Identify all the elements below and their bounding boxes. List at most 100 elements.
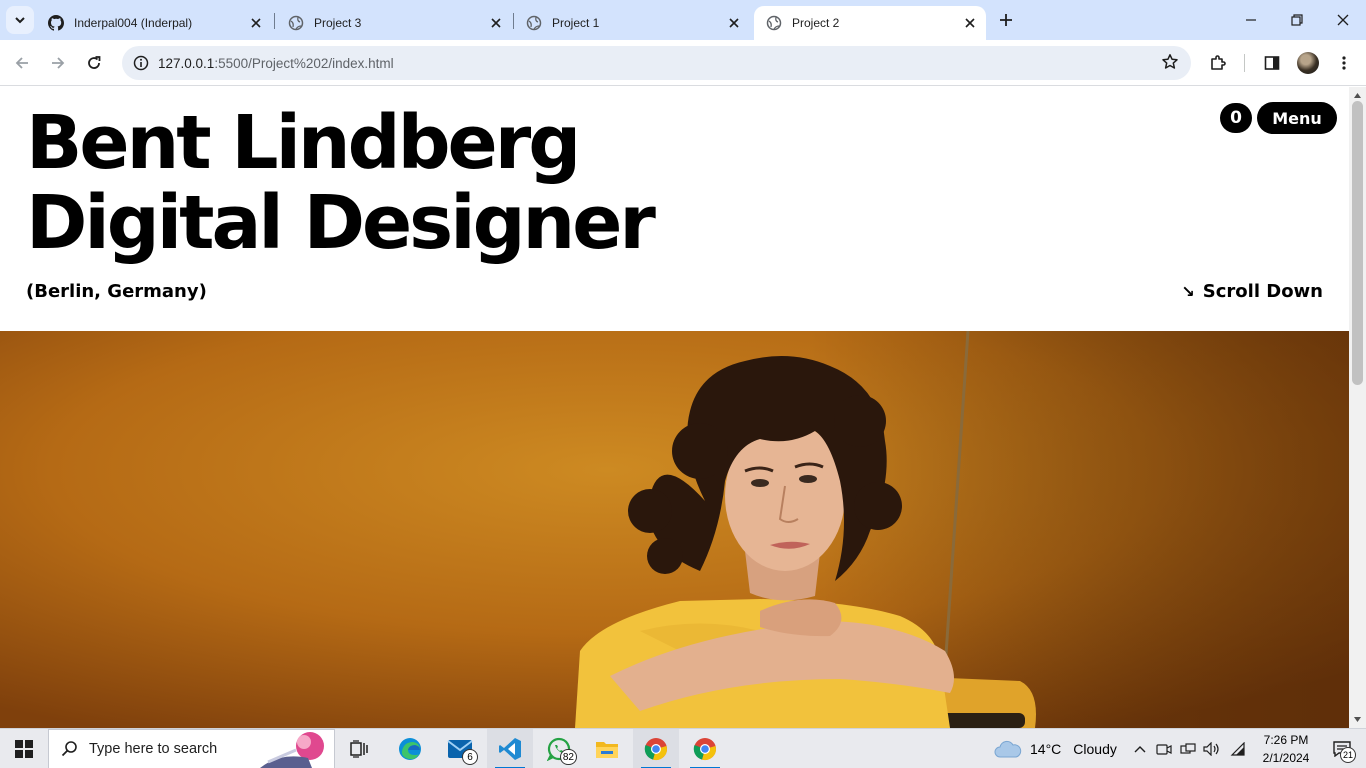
tab-project-2[interactable]: Project 2 [754,6,986,40]
profile-avatar[interactable] [1297,52,1319,74]
url-path: :5500/Project%202/index.html [214,55,394,71]
tab-project-1[interactable]: Project 1 [514,6,750,40]
globe-icon [526,15,542,31]
extensions-button[interactable] [1204,49,1232,77]
clock-time: 7:26 PM [1263,733,1309,747]
reload-icon [88,56,101,69]
close-icon[interactable] [960,13,980,33]
scroll-down-arrow-icon[interactable] [1353,715,1362,724]
puzzle-icon [1211,55,1226,70]
restore-button[interactable] [1274,0,1320,40]
scroll-down-label: Scroll Down [1202,281,1323,302]
notification-center-button[interactable]: 21 [1322,729,1362,768]
back-button[interactable] [8,49,36,77]
close-icon[interactable] [486,13,506,33]
taskbar-chrome-profile[interactable] [682,729,728,768]
url-host: 127.0.0.1 [158,55,215,71]
close-icon[interactable] [246,13,266,33]
hero-portrait-image [0,331,1349,728]
search-icon [61,741,77,757]
taskbar-vscode[interactable] [487,729,533,768]
window-close-button[interactable] [1320,0,1366,40]
address-bar[interactable]: 127.0.0.1:5500/Project%202/index.html [122,46,1191,80]
globe-icon [288,15,304,31]
bookmark-star-icon[interactable] [1161,53,1179,76]
windows-logo-icon [15,740,33,758]
taskbar-mail[interactable]: 6 [437,729,483,768]
more-vertical-icon [1342,56,1346,70]
clock-date: 2/1/2024 [1262,751,1310,765]
close-icon[interactable] [724,13,744,33]
portrait-illustration [0,331,1349,728]
toolbar-separator [1244,54,1245,72]
weather-widget[interactable]: 14°C Cloudy [994,729,1117,768]
show-hidden-icons-button[interactable] [1130,739,1150,759]
task-view-icon [350,740,368,758]
cloud-icon [994,740,1022,758]
taskbar-file-explorer[interactable] [584,729,630,768]
minimize-button[interactable] [1228,0,1274,40]
tab-search-button[interactable] [6,6,34,34]
minimize-icon [1246,19,1256,21]
reload-button[interactable] [80,49,108,77]
menu-button[interactable]: Menu [1257,102,1337,134]
chrome-menu-button[interactable] [1330,49,1358,77]
side-panel-button[interactable] [1258,49,1286,77]
forward-button[interactable] [44,49,72,77]
hero-title: Bent Lindberg Digital Designer [26,100,656,263]
chevron-down-icon [15,17,25,24]
url-text: 127.0.0.1:5500/Project%202/index.html [158,56,394,71]
cart-count-badge[interactable]: 0 [1220,103,1252,133]
taskbar-clock[interactable]: 7:26 PM 2/1/2024 [1250,731,1322,767]
volume-icon[interactable] [1202,739,1222,759]
chrome-icon [644,738,667,760]
plus-icon [1000,14,1012,26]
mail-unread-badge: 6 [462,749,478,765]
folder-icon [596,742,618,758]
close-icon [1337,14,1349,26]
meet-now-icon[interactable] [1154,739,1174,759]
new-tab-button[interactable] [994,8,1018,32]
taskbar-chrome[interactable] [633,729,679,768]
taskbar-search[interactable]: Type here to search [48,729,335,768]
chevron-up-icon [1134,746,1146,753]
site-info-icon[interactable] [126,55,156,71]
arrow-left-icon [15,57,28,69]
task-view-button[interactable] [337,729,383,768]
browser-toolbar: 127.0.0.1:5500/Project%202/index.html [0,40,1366,86]
scroll-up-arrow-icon[interactable] [1353,91,1362,100]
browser-tab-strip: Inderpal004 (Inderpal) Project 3 Project… [0,0,1366,40]
side-panel-icon [1264,56,1280,70]
whatsapp-unread-badge: 82 [559,749,577,765]
arrow-down-right-icon: ↘ [1181,282,1195,301]
start-button[interactable] [0,729,48,768]
tab-label: Project 3 [314,16,362,30]
weather-temperature: 14°C [1030,741,1062,757]
vscode-icon [499,738,521,760]
github-icon [48,15,64,31]
tab-label: Inderpal004 (Inderpal) [74,16,193,30]
location-text: (Berlin, Germany) [26,281,207,302]
search-placeholder: Type here to search [89,741,218,757]
tab-github[interactable]: Inderpal004 (Inderpal) [36,6,272,40]
tab-label: Project 1 [552,16,600,30]
edge-icon [399,738,421,760]
hero-title-name: Bent Lindberg [26,100,581,186]
wifi-icon[interactable] [1228,739,1248,759]
weather-condition: Cloudy [1073,741,1117,757]
scroll-down-link[interactable]: ↘ Scroll Down [1181,281,1323,302]
arrow-right-icon [52,57,65,69]
restore-icon [1291,14,1303,26]
search-highlight-image [260,732,324,768]
network-icon[interactable] [1178,739,1198,759]
taskbar-edge[interactable] [387,729,433,768]
notification-count-badge: 21 [1340,747,1356,763]
tab-project-3[interactable]: Project 3 [276,6,512,40]
scrollbar-thumb[interactable] [1352,101,1363,385]
windows-taskbar: Type here to search 6 82 14°C Cloudy 7:2… [0,728,1366,768]
tab-label: Project 2 [792,16,840,30]
page-scrollbar[interactable] [1349,87,1366,728]
tab-separator [274,13,275,29]
globe-icon [766,15,782,31]
taskbar-whatsapp[interactable]: 82 [536,729,582,768]
